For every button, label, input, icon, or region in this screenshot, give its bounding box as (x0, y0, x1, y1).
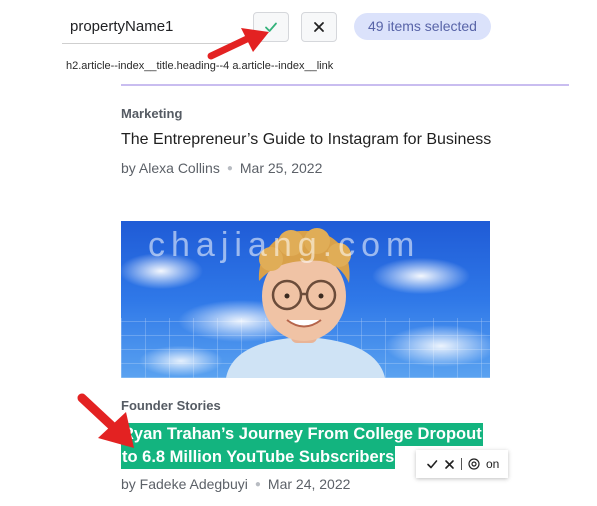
title-line: to 6.8 Million YouTube Subscribers (121, 446, 396, 469)
article-byline: by Alexa Collins ● Mar 25, 2022 (121, 160, 322, 176)
mini-target-button[interactable] (468, 458, 480, 470)
annotation-arrow-icon (207, 28, 269, 60)
cancel-button[interactable] (301, 12, 337, 42)
separator-dot-icon: ● (226, 163, 233, 174)
portrait-person-icon (226, 228, 385, 378)
selection-count-badge[interactable]: 49 items selected (354, 13, 491, 40)
mini-close-button[interactable] (444, 459, 455, 470)
annotation-arrow-icon (77, 393, 134, 448)
article-title[interactable]: The Entrepreneur’s Guide to Instagram fo… (121, 129, 491, 151)
check-icon (427, 460, 438, 469)
article-byline: by Fadeke Adegbuyi ● Mar 24, 2022 (121, 476, 350, 492)
separator-dot-icon: ● (254, 479, 261, 490)
css-selector-path: h2.article--index__title.heading--4 a.ar… (66, 60, 334, 72)
mini-confirm-button[interactable] (426, 458, 438, 470)
mini-toolbar-label[interactable]: on (486, 457, 499, 471)
article-author[interactable]: by Fadeke Adegbuyi (121, 476, 248, 492)
close-icon (314, 22, 324, 32)
article-thumbnail[interactable] (121, 221, 490, 378)
title-line: Ryan Trahan’s Journey From College Dropo… (121, 423, 483, 446)
close-icon (445, 459, 454, 469)
toolbar-divider (461, 458, 462, 470)
article-date: Mar 25, 2022 (239, 160, 323, 176)
target-icon (468, 458, 480, 470)
element-mini-toolbar: on (416, 450, 508, 478)
article-author[interactable]: by Alexa Collins (121, 160, 220, 176)
article-date: Mar 24, 2022 (267, 476, 351, 492)
selector-toolbar: 49 items selected h2.article--index__tit… (0, 0, 597, 84)
article-category[interactable]: Marketing (121, 106, 182, 121)
